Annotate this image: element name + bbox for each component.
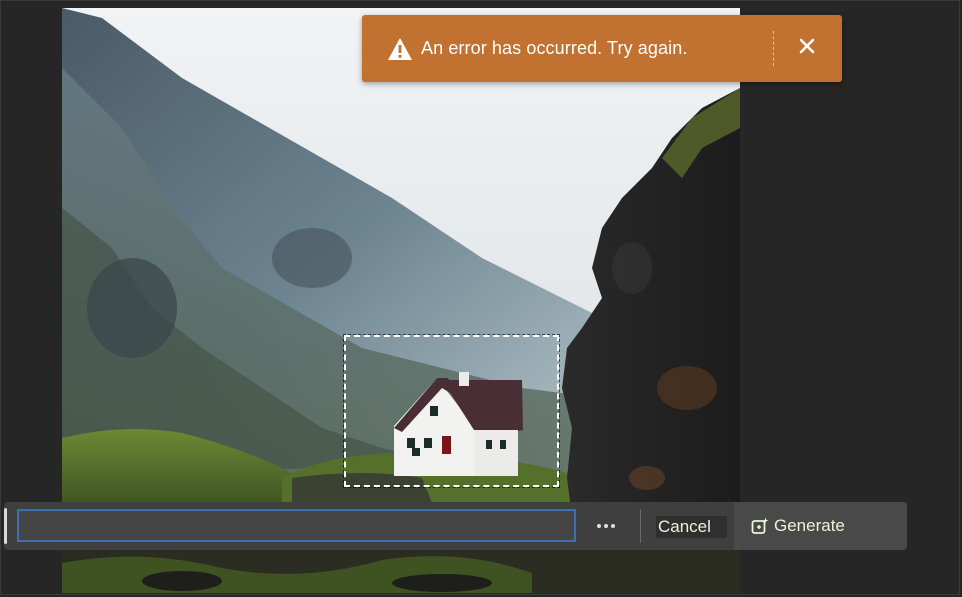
generate-button[interactable]: Generate <box>734 502 907 550</box>
prompt-bar: Cancel Generate <box>4 502 907 550</box>
drag-handle[interactable] <box>4 508 7 544</box>
toast-divider <box>773 31 775 66</box>
more-options-icon[interactable] <box>594 515 618 537</box>
error-message: An error has occurred. Try again. <box>421 38 688 58</box>
generate-label: Generate <box>774 516 845 535</box>
cancel-button[interactable]: Cancel <box>656 516 727 538</box>
selection-marquee[interactable] <box>343 334 560 488</box>
close-icon[interactable] <box>798 37 816 55</box>
warning-icon <box>388 37 412 60</box>
generate-icon <box>751 517 769 534</box>
error-toast: An error has occurred. Try again. <box>362 15 842 82</box>
prompt-input[interactable] <box>17 509 576 542</box>
toolbar-divider <box>640 509 641 543</box>
